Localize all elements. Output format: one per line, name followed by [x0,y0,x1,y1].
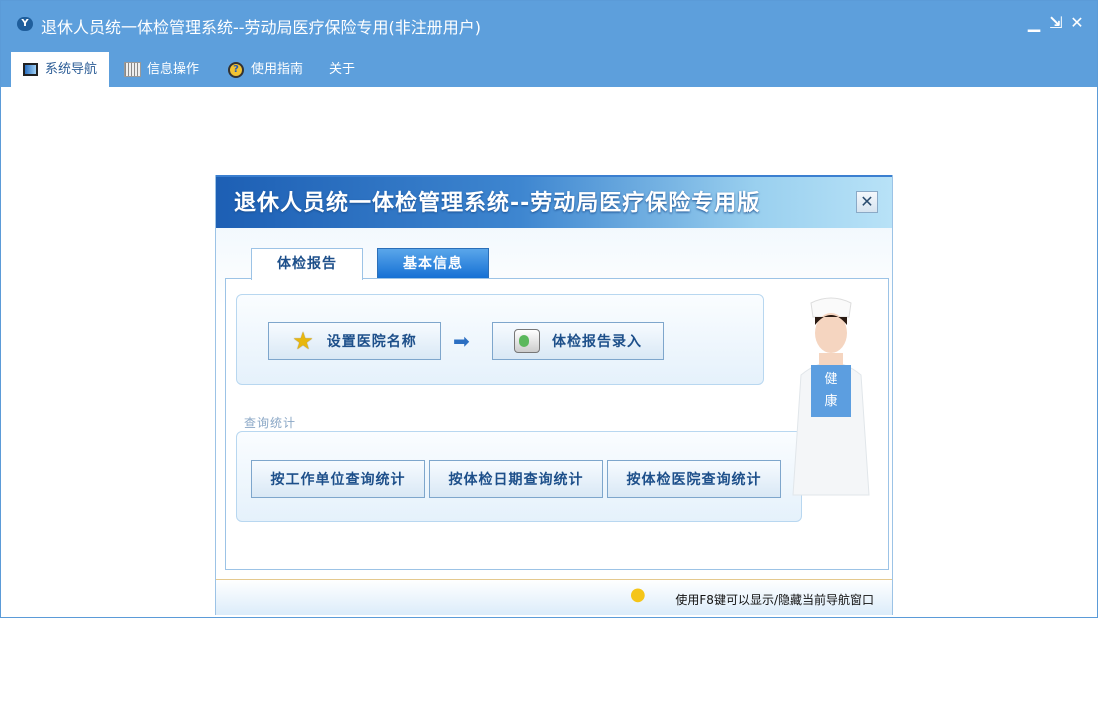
button-label: 体检报告录入 [552,334,642,350]
tab-about[interactable]: 关于 [317,52,367,87]
tab-label: 关于 [329,62,356,77]
user-card-icon [514,329,540,353]
navigation-panel: 退休人员统一体检管理系统--劳动局医疗保险专用版 ✕ 体检报告 基本信息 ★ 设… [215,175,893,615]
query-by-hospital-button[interactable]: 按体检医院查询统计 [607,460,781,498]
sign-char: 健 [824,372,838,387]
panel-footer: ● 使用F8键可以显示/隐藏当前导航窗口 [216,579,892,615]
menu-bar: 系统导航 信息操作 ? 使用指南 关于 [1,51,1097,87]
tab-exam-report[interactable]: 体检报告 [251,248,363,280]
grid-icon [124,62,141,77]
tab-label: 信息操作 [147,62,200,77]
health-sign: 健 康 [811,365,851,417]
restore-button[interactable]: ⇲ [1047,13,1065,32]
report-entry-button[interactable]: 体检报告录入 [492,322,664,360]
tab-label: 使用指南 [251,62,304,77]
f8-hint-text: 使用F8键可以显示/隐藏当前导航窗口 [675,593,874,607]
query-section-label: 查询统计 [244,416,297,430]
panel-title: 退休人员统一体检管理系统--劳动局医疗保险专用版 [234,191,761,216]
close-button[interactable]: ✕ [1068,13,1086,32]
nurse-image: 健 康 [781,295,881,505]
panel-close-button[interactable]: ✕ [856,191,878,213]
tab-system-navigation[interactable]: 系统导航 [11,52,110,87]
set-hospital-button[interactable]: ★ 设置医院名称 [268,322,441,360]
lightbulb-icon: ● [630,584,646,605]
query-by-unit-button[interactable]: 按工作单位查询统计 [251,460,425,498]
panel-header: 退休人员统一体检管理系统--劳动局医疗保险专用版 ✕ [216,175,892,228]
query-by-date-button[interactable]: 按体检日期查询统计 [429,460,603,498]
tab-label: 系统导航 [45,62,98,77]
tab-user-guide[interactable]: ? 使用指南 [216,52,315,87]
arrow-right-icon: ➡ [453,329,470,353]
window-title: 退休人员统一体检管理系统--劳动局医疗保险专用(非注册用户) [41,18,482,37]
sign-char: 康 [824,394,838,409]
tab-basic-info[interactable]: 基本信息 [377,248,489,279]
tab-info-operation[interactable]: 信息操作 [113,52,211,87]
app-logo-icon: Y [17,17,33,31]
button-label: 设置医院名称 [326,334,417,350]
star-icon: ★ [292,327,315,355]
minimize-button[interactable]: ▁ [1025,13,1043,32]
title-bar: Y 退休人员统一体检管理系统--劳动局医疗保险专用(非注册用户) ▁ ⇲ ✕ [1,1,1097,51]
monitor-icon [23,63,38,76]
help-icon: ? [228,61,244,78]
